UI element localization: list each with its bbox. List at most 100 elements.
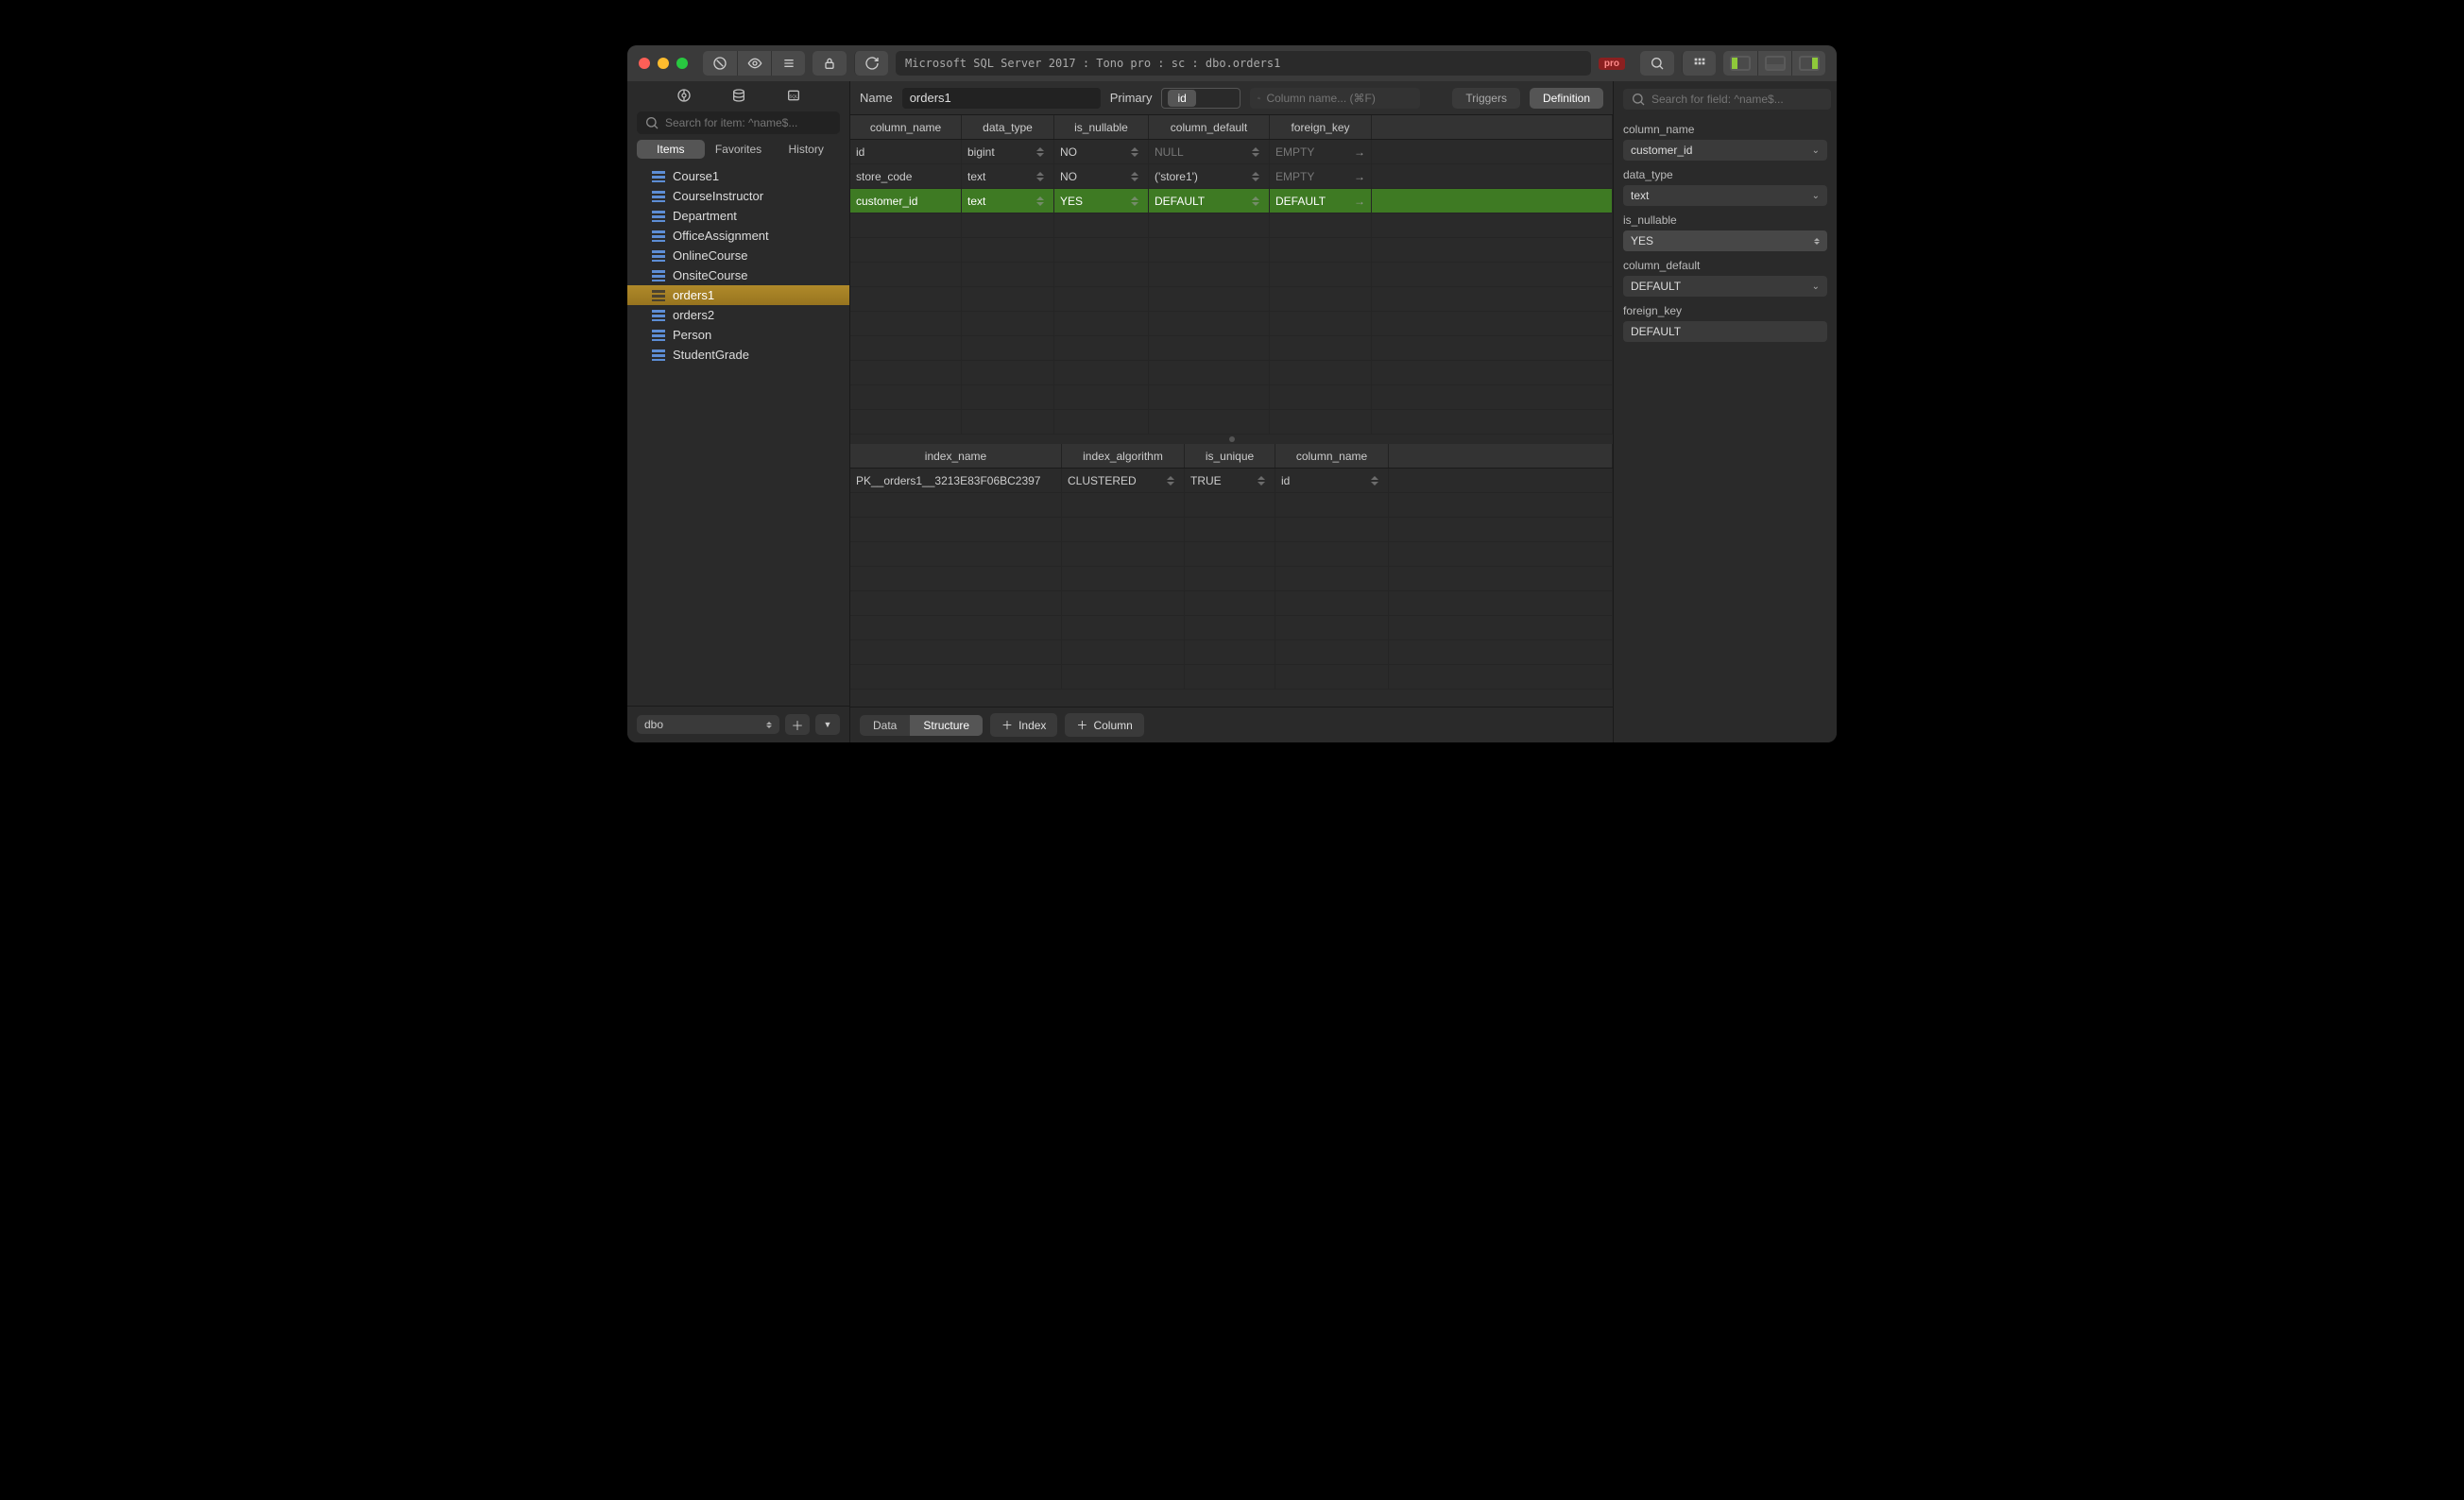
col-header-name[interactable]: column_name [850, 115, 962, 139]
schema-value: dbo [644, 718, 663, 731]
lock-icon[interactable] [813, 51, 847, 76]
column-search-input[interactable] [1266, 92, 1412, 105]
idx-header-name[interactable]: index_name [850, 444, 1062, 468]
table-name-input[interactable] [902, 88, 1101, 109]
col-header-type[interactable]: data_type [962, 115, 1054, 139]
column-row-empty [850, 263, 1613, 287]
insp-nullable[interactable]: YES [1623, 230, 1827, 251]
insp-default[interactable]: DEFAULT⌄ [1623, 276, 1827, 297]
insp-column-name[interactable]: customer_id⌄ [1623, 140, 1827, 161]
col-header-default[interactable]: column_default [1149, 115, 1270, 139]
more-button[interactable]: ▼ [815, 714, 840, 735]
connection-icon[interactable] [669, 85, 699, 106]
svg-text:SQL: SQL [789, 94, 798, 99]
sidebar-search[interactable] [637, 111, 840, 134]
inspector-search-input[interactable] [1651, 93, 1823, 106]
index-row-empty [850, 665, 1613, 690]
index-row-empty [850, 616, 1613, 640]
sidebar: SQL Items Favorites History Course1Cours… [627, 81, 850, 742]
main-footer: Data Structure ＋ Index ＋ Column [850, 707, 1613, 742]
sidebar-item-onlinecourse[interactable]: OnlineCourse [627, 246, 849, 265]
sidebar-item-person[interactable]: Person [627, 325, 849, 345]
idx-header-blank [1389, 444, 1613, 468]
column-search[interactable] [1250, 88, 1420, 109]
data-tab[interactable]: Data [860, 715, 910, 736]
sidebar-search-input[interactable] [665, 116, 832, 129]
zoom-window[interactable] [676, 58, 688, 69]
column-row[interactable]: customer_idtextYESDEFAULTDEFAULT→ [850, 189, 1613, 213]
search-icon[interactable] [1640, 51, 1674, 76]
table-header-bar: Name Primary id Triggers Definition [850, 81, 1613, 115]
column-row-empty [850, 287, 1613, 312]
minimize-window[interactable] [658, 58, 669, 69]
structure-tab[interactable]: Structure [910, 715, 983, 736]
column-row-empty [850, 336, 1613, 361]
column-row-empty [850, 238, 1613, 263]
sidebar-item-department[interactable]: Department [627, 206, 849, 226]
tab-items[interactable]: Items [637, 140, 705, 159]
add-item-button[interactable]: ＋ [785, 714, 810, 735]
sidebar-item-course1[interactable]: Course1 [627, 166, 849, 186]
table-icon [652, 310, 665, 321]
definition-button[interactable]: Definition [1530, 88, 1603, 109]
sidebar-item-onsitecourse[interactable]: OnsiteCourse [627, 265, 849, 285]
column-row[interactable]: store_codetextNO('store1')EMPTY→ [850, 164, 1613, 189]
sidebar-item-courseinstructor[interactable]: CourseInstructor [627, 186, 849, 206]
index-row-empty [850, 542, 1613, 567]
column-row[interactable]: idbigintNONULLEMPTY→ [850, 140, 1613, 164]
inspector-search[interactable] [1623, 89, 1831, 110]
disconnect-icon[interactable] [703, 51, 737, 76]
main-pane: Name Primary id Triggers Definition colu… [850, 81, 1614, 742]
idx-header-alg[interactable]: index_algorithm [1062, 444, 1185, 468]
primary-key-field[interactable]: id [1161, 88, 1241, 109]
index-row-empty [850, 567, 1613, 591]
tab-favorites[interactable]: Favorites [705, 140, 773, 159]
insp-label-fk: foreign_key [1623, 304, 1827, 317]
idx-header-unique[interactable]: is_unique [1185, 444, 1275, 468]
close-window[interactable] [639, 58, 650, 69]
insp-label-nullable: is_nullable [1623, 213, 1827, 227]
layout-left-button[interactable] [1723, 51, 1757, 76]
insp-data-type[interactable]: text⌄ [1623, 185, 1827, 206]
idx-header-col[interactable]: column_name [1275, 444, 1389, 468]
splitter[interactable] [850, 435, 1613, 444]
table-icon [652, 349, 665, 361]
layout-bottom-button[interactable] [1757, 51, 1791, 76]
column-row-empty [850, 213, 1613, 238]
eye-icon[interactable] [737, 51, 771, 76]
table-icon [652, 270, 665, 281]
refresh-icon[interactable] [854, 51, 888, 76]
tab-history[interactable]: History [772, 140, 840, 159]
insp-fk[interactable]: DEFAULT [1623, 321, 1827, 342]
col-header-nullable[interactable]: is_nullable [1054, 115, 1149, 139]
sidebar-item-orders1[interactable]: orders1 [627, 285, 849, 305]
index-row[interactable]: PK__orders1__3213E83F06BC2397CLUSTEREDTR… [850, 469, 1613, 493]
apps-icon[interactable] [1682, 51, 1716, 76]
column-row-empty [850, 385, 1613, 410]
add-column-button[interactable]: ＋ Column [1065, 713, 1143, 737]
col-header-fk[interactable]: foreign_key [1270, 115, 1372, 139]
index-row-empty [850, 493, 1613, 518]
index-row-empty [850, 518, 1613, 542]
add-index-button[interactable]: ＋ Index [990, 713, 1057, 737]
indexes-header: index_name index_algorithm is_unique col… [850, 444, 1613, 469]
index-row-empty [850, 640, 1613, 665]
sidebar-item-studentgrade[interactable]: StudentGrade [627, 345, 849, 365]
triggers-button[interactable]: Triggers [1452, 88, 1520, 109]
schema-select[interactable]: dbo [637, 715, 779, 734]
window-controls [639, 58, 688, 69]
sidebar-list: Course1CourseInstructorDepartmentOfficeA… [627, 166, 849, 706]
database-icon[interactable] [724, 85, 754, 106]
sidebar-item-orders2[interactable]: orders2 [627, 305, 849, 325]
table-icon [652, 191, 665, 202]
sql-icon[interactable]: SQL [779, 85, 809, 106]
table-icon [652, 171, 665, 182]
columns-body: idbigintNONULLEMPTY→store_codetextNO('st… [850, 140, 1613, 435]
columns-header: column_name data_type is_nullable column… [850, 115, 1613, 140]
list-icon[interactable] [771, 51, 805, 76]
table-icon [652, 290, 665, 301]
sidebar-item-officeassignment[interactable]: OfficeAssignment [627, 226, 849, 246]
sidebar-tabs: Items Favorites History [637, 140, 840, 159]
inspector-pane: column_name customer_id⌄ data_type text⌄… [1614, 81, 1837, 742]
layout-right-button[interactable] [1791, 51, 1825, 76]
